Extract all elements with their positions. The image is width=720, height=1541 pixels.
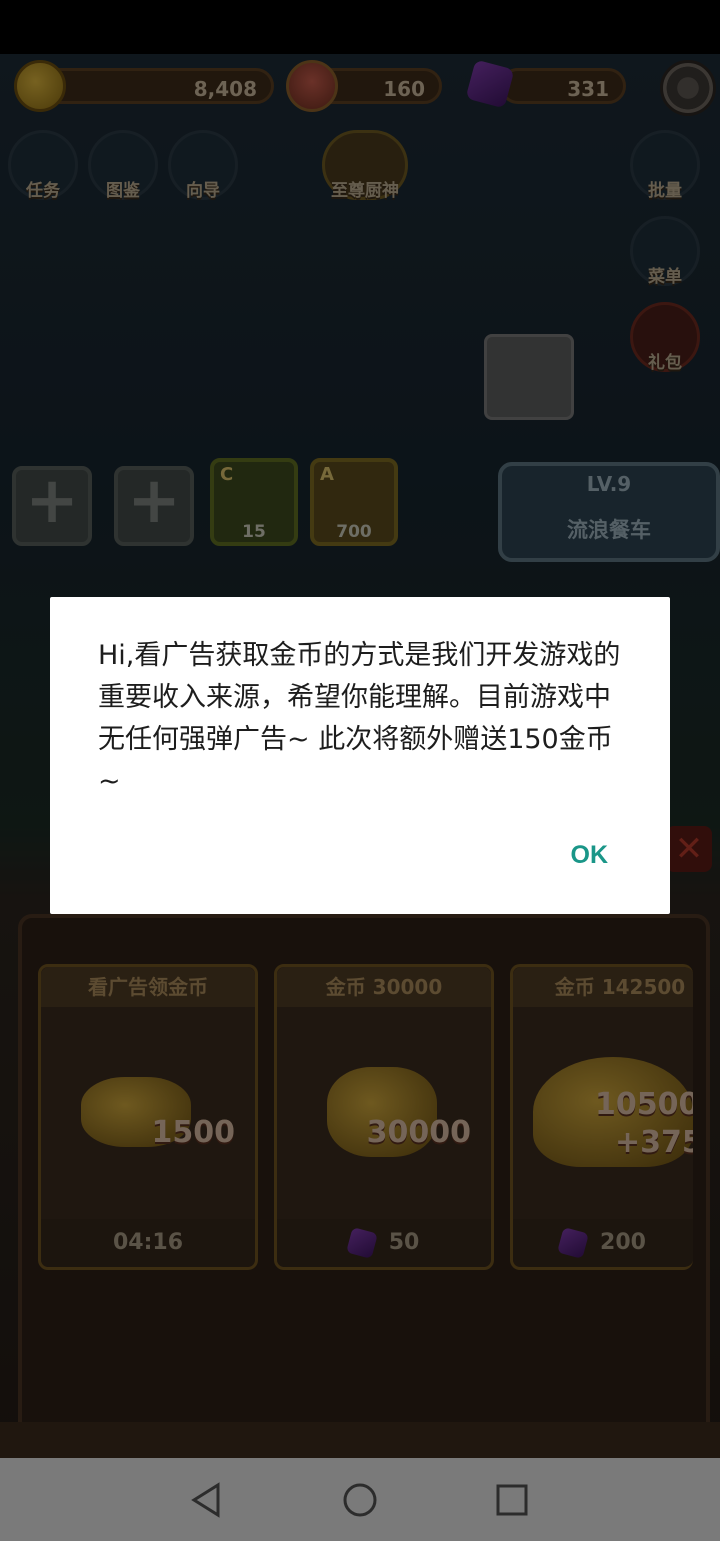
navigation-bar	[0, 1458, 720, 1541]
back-icon[interactable]	[186, 1480, 226, 1520]
status-bar	[0, 0, 720, 54]
dialog-message: Hi,看广告获取金币的方式是我们开发游戏的重要收入来源，希望你能理解。目前游戏中…	[98, 640, 621, 797]
ok-button[interactable]: OK	[559, 835, 621, 876]
ad-info-dialog: Hi,看广告获取金币的方式是我们开发游戏的重要收入来源，希望你能理解。目前游戏中…	[50, 597, 670, 914]
recents-icon[interactable]	[492, 1480, 532, 1520]
home-icon[interactable]	[340, 1480, 380, 1520]
